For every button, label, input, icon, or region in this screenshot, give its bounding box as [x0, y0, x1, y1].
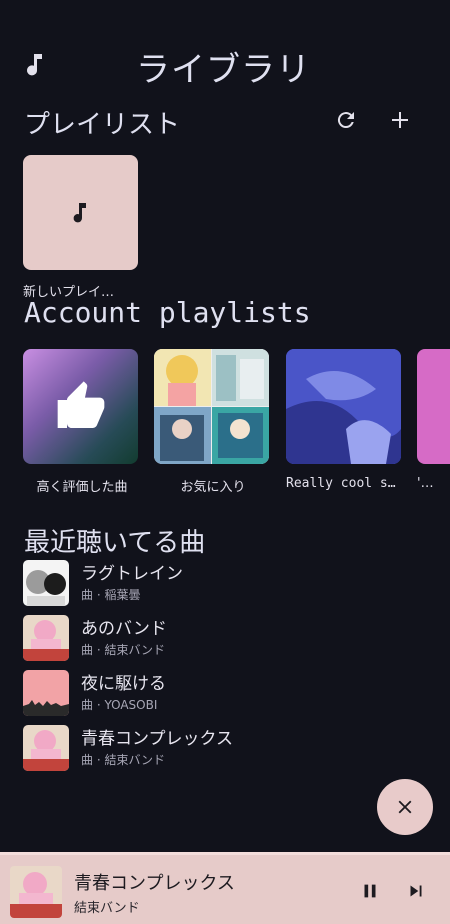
liked-songs-label: 高く評価した曲 — [36, 480, 128, 495]
refresh-icon — [337, 112, 354, 129]
song-subtitle: 曲 · 結束バンド — [81, 643, 166, 657]
music-note-icon — [73, 202, 86, 222]
close-fab-button[interactable] — [377, 779, 433, 835]
app-header: ライブラリ — [0, 40, 450, 90]
favorites-label: お気に入り — [180, 480, 246, 495]
favorites-collage-image — [154, 349, 269, 464]
song-thumbnail — [23, 670, 69, 716]
list-item[interactable]: 夜に駆ける 曲 · YOASOBI — [23, 670, 423, 718]
recent-heading: 最近聴いてる曲 — [24, 528, 206, 558]
list-item[interactable]: あのバンド 曲 · 結束バンド — [23, 615, 423, 663]
song-thumbnail — [23, 560, 69, 606]
really-cool-playlist-label: Really cool s… — [286, 476, 396, 491]
mini-player[interactable]: 青春コンプレックス 結束バンド — [0, 852, 450, 924]
pause-icon — [364, 884, 376, 898]
song-subtitle: 曲 · YOASOBI — [81, 698, 158, 712]
music-note-icon[interactable] — [24, 50, 48, 78]
song-title: 夜に駆ける — [81, 674, 166, 694]
now-playing-thumbnail — [10, 866, 62, 918]
thumbs-up-icon — [57, 380, 104, 428]
liked-songs-card[interactable] — [23, 349, 138, 464]
plus-icon — [392, 112, 408, 128]
close-icon — [398, 800, 412, 814]
song-title: 青春コンプレックス — [81, 729, 233, 749]
favorites-card[interactable] — [154, 349, 269, 464]
playlist-card-partial[interactable] — [417, 349, 450, 464]
skip-next-icon — [410, 885, 422, 897]
song-thumbnail — [23, 615, 69, 661]
list-item[interactable]: 青春コンプレックス 曲 · 結束バンド — [23, 725, 423, 773]
add-playlist-button[interactable] — [384, 104, 416, 136]
page-title: ライブラリ — [136, 50, 311, 90]
song-thumbnail — [23, 725, 69, 771]
now-playing-title: 青春コンプレックス — [74, 873, 235, 894]
next-button[interactable] — [402, 877, 430, 905]
song-subtitle: 曲 · 結束バンド — [81, 753, 166, 767]
song-title: あのバンド — [81, 619, 167, 639]
playlists-heading: プレイリスト — [24, 110, 181, 140]
list-item[interactable]: ラグトレイン 曲 · 稲葉曇 — [23, 560, 423, 608]
song-subtitle: 曲 · 稲葉曇 — [81, 588, 141, 602]
now-playing-artist: 結束バンド — [74, 901, 140, 916]
really-cool-playlist-card[interactable] — [286, 349, 401, 464]
partial-playlist-label: '… — [417, 476, 434, 491]
refresh-button[interactable] — [330, 104, 362, 136]
song-title: ラグトレイン — [81, 564, 183, 584]
pause-button[interactable] — [356, 877, 384, 905]
playlist-art-image — [286, 349, 401, 464]
new-playlist-card[interactable] — [23, 155, 138, 270]
account-playlists-heading: Account playlists — [24, 296, 311, 329]
